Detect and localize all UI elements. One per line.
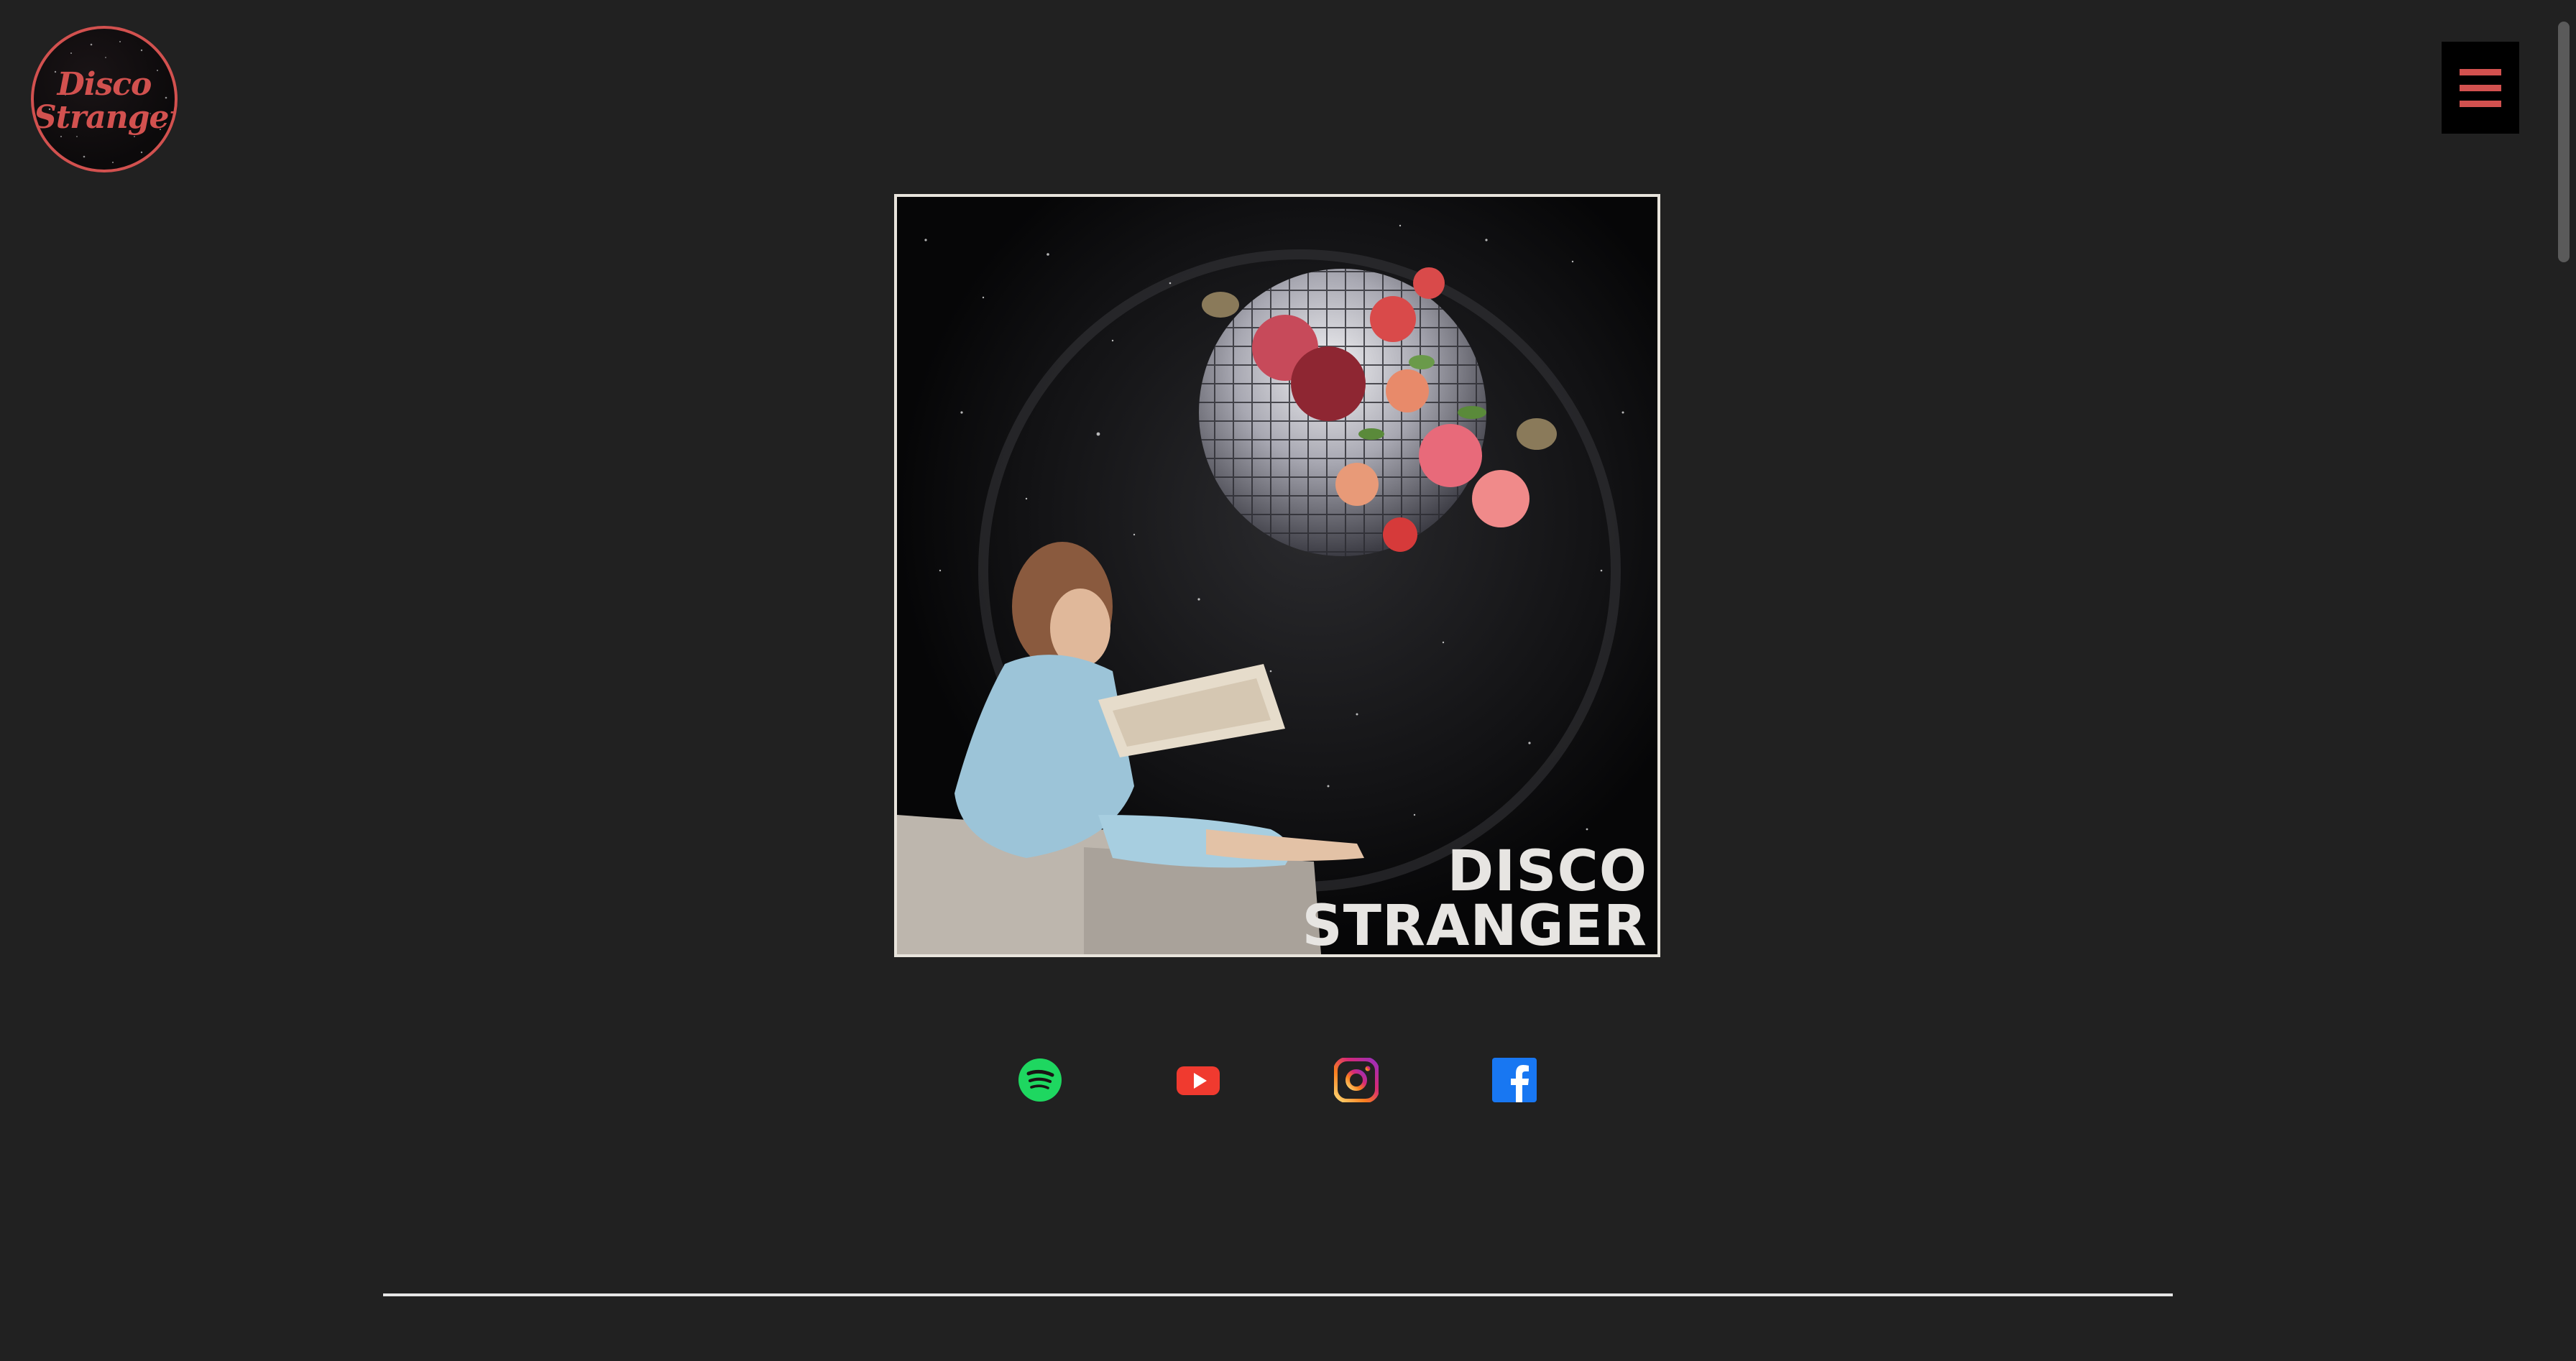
spotify-link[interactable] xyxy=(1018,1058,1062,1102)
youtube-icon xyxy=(1177,1066,1220,1095)
vertical-scrollbar[interactable] xyxy=(2551,0,2576,1361)
page: Disco Stranger DISCO STRANGER xyxy=(0,0,2576,1361)
album-cover-art: DISCO STRANGER xyxy=(894,194,1660,957)
hamburger-menu-icon xyxy=(2460,68,2501,75)
album-title-line1: DISCO xyxy=(1447,839,1647,904)
logo[interactable]: Disco Stranger xyxy=(31,26,178,172)
section-divider xyxy=(383,1293,2173,1296)
scrollbar-thumb[interactable] xyxy=(2558,22,2570,262)
facebook-icon xyxy=(1492,1058,1537,1102)
album-title-line2: STRANGER xyxy=(1302,894,1647,957)
spotify-icon xyxy=(1018,1058,1062,1102)
instagram-link[interactable] xyxy=(1334,1058,1379,1102)
youtube-link[interactable] xyxy=(1176,1058,1220,1102)
hamburger-menu-button[interactable] xyxy=(2442,42,2519,134)
instagram-icon xyxy=(1334,1058,1379,1102)
logo-text-line2: Stranger xyxy=(34,99,178,136)
facebook-link[interactable] xyxy=(1492,1058,1537,1102)
logo-text-line1: Disco xyxy=(57,66,152,103)
